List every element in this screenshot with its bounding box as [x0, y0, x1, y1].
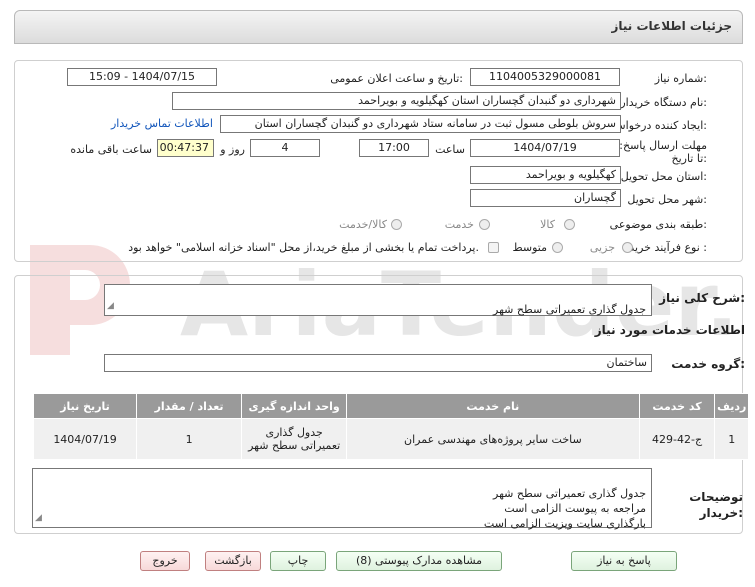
resize-grip-icon[interactable]: ◢: [35, 511, 42, 526]
purchase-type-label: نوع فرآیند خرید :: [629, 241, 707, 254]
cell-code: ج-42-429: [638, 418, 716, 460]
summary-text: جدول گذاری تعمیراتی سطح شهر: [493, 303, 646, 316]
deadline-label: مهلت ارسال پاسخ: تا تاریخ:: [619, 139, 707, 165]
resize-grip-icon[interactable]: ◢: [107, 299, 114, 314]
services-section-title: اطلاعات خدمات مورد نیاز: [594, 323, 745, 337]
cell-qty: 1: [136, 418, 243, 460]
buyer-org-label: نام دستگاه خریدار:: [620, 96, 707, 109]
purchase-minor-label: جزیی: [589, 241, 615, 254]
deadline-date-field: 1404/07/19: [470, 139, 620, 157]
remaining-time-label: ساعت باقی مانده: [70, 143, 152, 156]
remaining-time-field: 00:47:37: [157, 139, 214, 157]
category-service-label: خدمت: [444, 218, 474, 231]
remaining-days-field: 4: [250, 139, 320, 157]
services-table: ردیف کد خدمت نام خدمت واحد اندازه گیری ت…: [32, 393, 749, 460]
purchase-medium-radio[interactable]: [552, 242, 563, 253]
need-number-field: 1104005329000081: [470, 68, 620, 86]
reply-button[interactable]: پاسخ به نیاز: [571, 551, 677, 571]
category-goods-service-radio[interactable]: [391, 219, 402, 230]
city-label: شهر محل تحویل:: [627, 193, 707, 206]
service-group-label: گروه خدمت:: [671, 357, 745, 371]
buyer-notes-text: جدول گذاری تعمیراتی سطح شهر مراجعه به پی…: [483, 487, 646, 530]
category-label: طبقه بندی موضوعی:: [609, 218, 707, 231]
category-goods-radio[interactable]: [564, 219, 575, 230]
announce-datetime-label: تاریخ و ساعت اعلان عمومی:: [330, 72, 463, 85]
province-field: کهگیلویه و بویراحمد: [470, 166, 621, 184]
view-attachments-button[interactable]: مشاهده مدارک پیوستی (8): [336, 551, 502, 571]
col-unit-header: واحد اندازه گیری: [241, 393, 348, 419]
cell-name: ساخت سایر پروژه‌های مهندسی عمران: [346, 418, 640, 460]
deadline-time-field: 17:00: [359, 139, 429, 157]
purchase-medium-label: متوسط: [512, 241, 547, 254]
page-header: جزئیات اطلاعات نیاز: [14, 10, 743, 44]
need-number-label: شماره نیاز:: [654, 72, 707, 85]
buyer-org-field: شهرداری دو گنبدان گچساران استان کهگیلویه…: [172, 92, 621, 110]
cell-unit: جدول گذاری تعمیراتی سطح شهر: [241, 418, 348, 460]
category-service-radio[interactable]: [479, 219, 490, 230]
summary-field: جدول گذاری تعمیراتی سطح شهر ◢: [104, 284, 652, 316]
category-goods-service-label: کالا/خدمت: [339, 218, 387, 231]
back-button[interactable]: بازگشت: [205, 551, 261, 571]
province-label: استان محل تحویل:: [620, 170, 707, 183]
col-row-header: ردیف: [714, 393, 749, 419]
exit-button[interactable]: خروج: [140, 551, 190, 571]
service-group-field: ساختمان: [104, 354, 652, 372]
print-button[interactable]: چاپ: [270, 551, 326, 571]
col-code-header: کد خدمت: [638, 393, 716, 419]
creator-field: سروش بلوطی مسول ثبت در سامانه ستاد شهردا…: [220, 115, 621, 133]
city-field: گچساران: [470, 189, 621, 207]
announce-datetime-field: 1404/07/15 - 15:09: [67, 68, 217, 86]
buyer-notes-field: جدول گذاری تعمیراتی سطح شهر مراجعه به پی…: [32, 468, 652, 530]
summary-label: شرح کلی نیاز:: [659, 291, 745, 305]
col-name-header: نام خدمت: [346, 393, 640, 419]
page-title: جزئیات اطلاعات نیاز: [611, 19, 732, 33]
treasury-note: پرداخت تمام یا بخشی از مبلغ خرید،از محل …: [128, 241, 479, 254]
cell-date: 1404/07/19: [32, 418, 138, 460]
cell-row: 1: [714, 418, 749, 460]
col-date-header: تاریخ نیاز: [32, 393, 138, 419]
table-row: 1 ج-42-429 ساخت سایر پروژه‌های مهندسی عم…: [32, 418, 749, 460]
buyer-contact-link[interactable]: اطلاعات تماس خریدار: [111, 117, 213, 130]
deadline-time-label: ساعت: [435, 143, 465, 156]
category-goods-label: کالا: [540, 218, 555, 231]
table-header-row: ردیف کد خدمت نام خدمت واحد اندازه گیری ت…: [32, 393, 749, 419]
days-label: روز و: [220, 143, 245, 156]
col-qty-header: تعداد / مقدار: [136, 393, 243, 419]
treasury-checkbox[interactable]: [488, 242, 499, 253]
purchase-minor-radio[interactable]: [622, 242, 633, 253]
buyer-notes-label: توضیحات خریدار:: [689, 490, 743, 520]
